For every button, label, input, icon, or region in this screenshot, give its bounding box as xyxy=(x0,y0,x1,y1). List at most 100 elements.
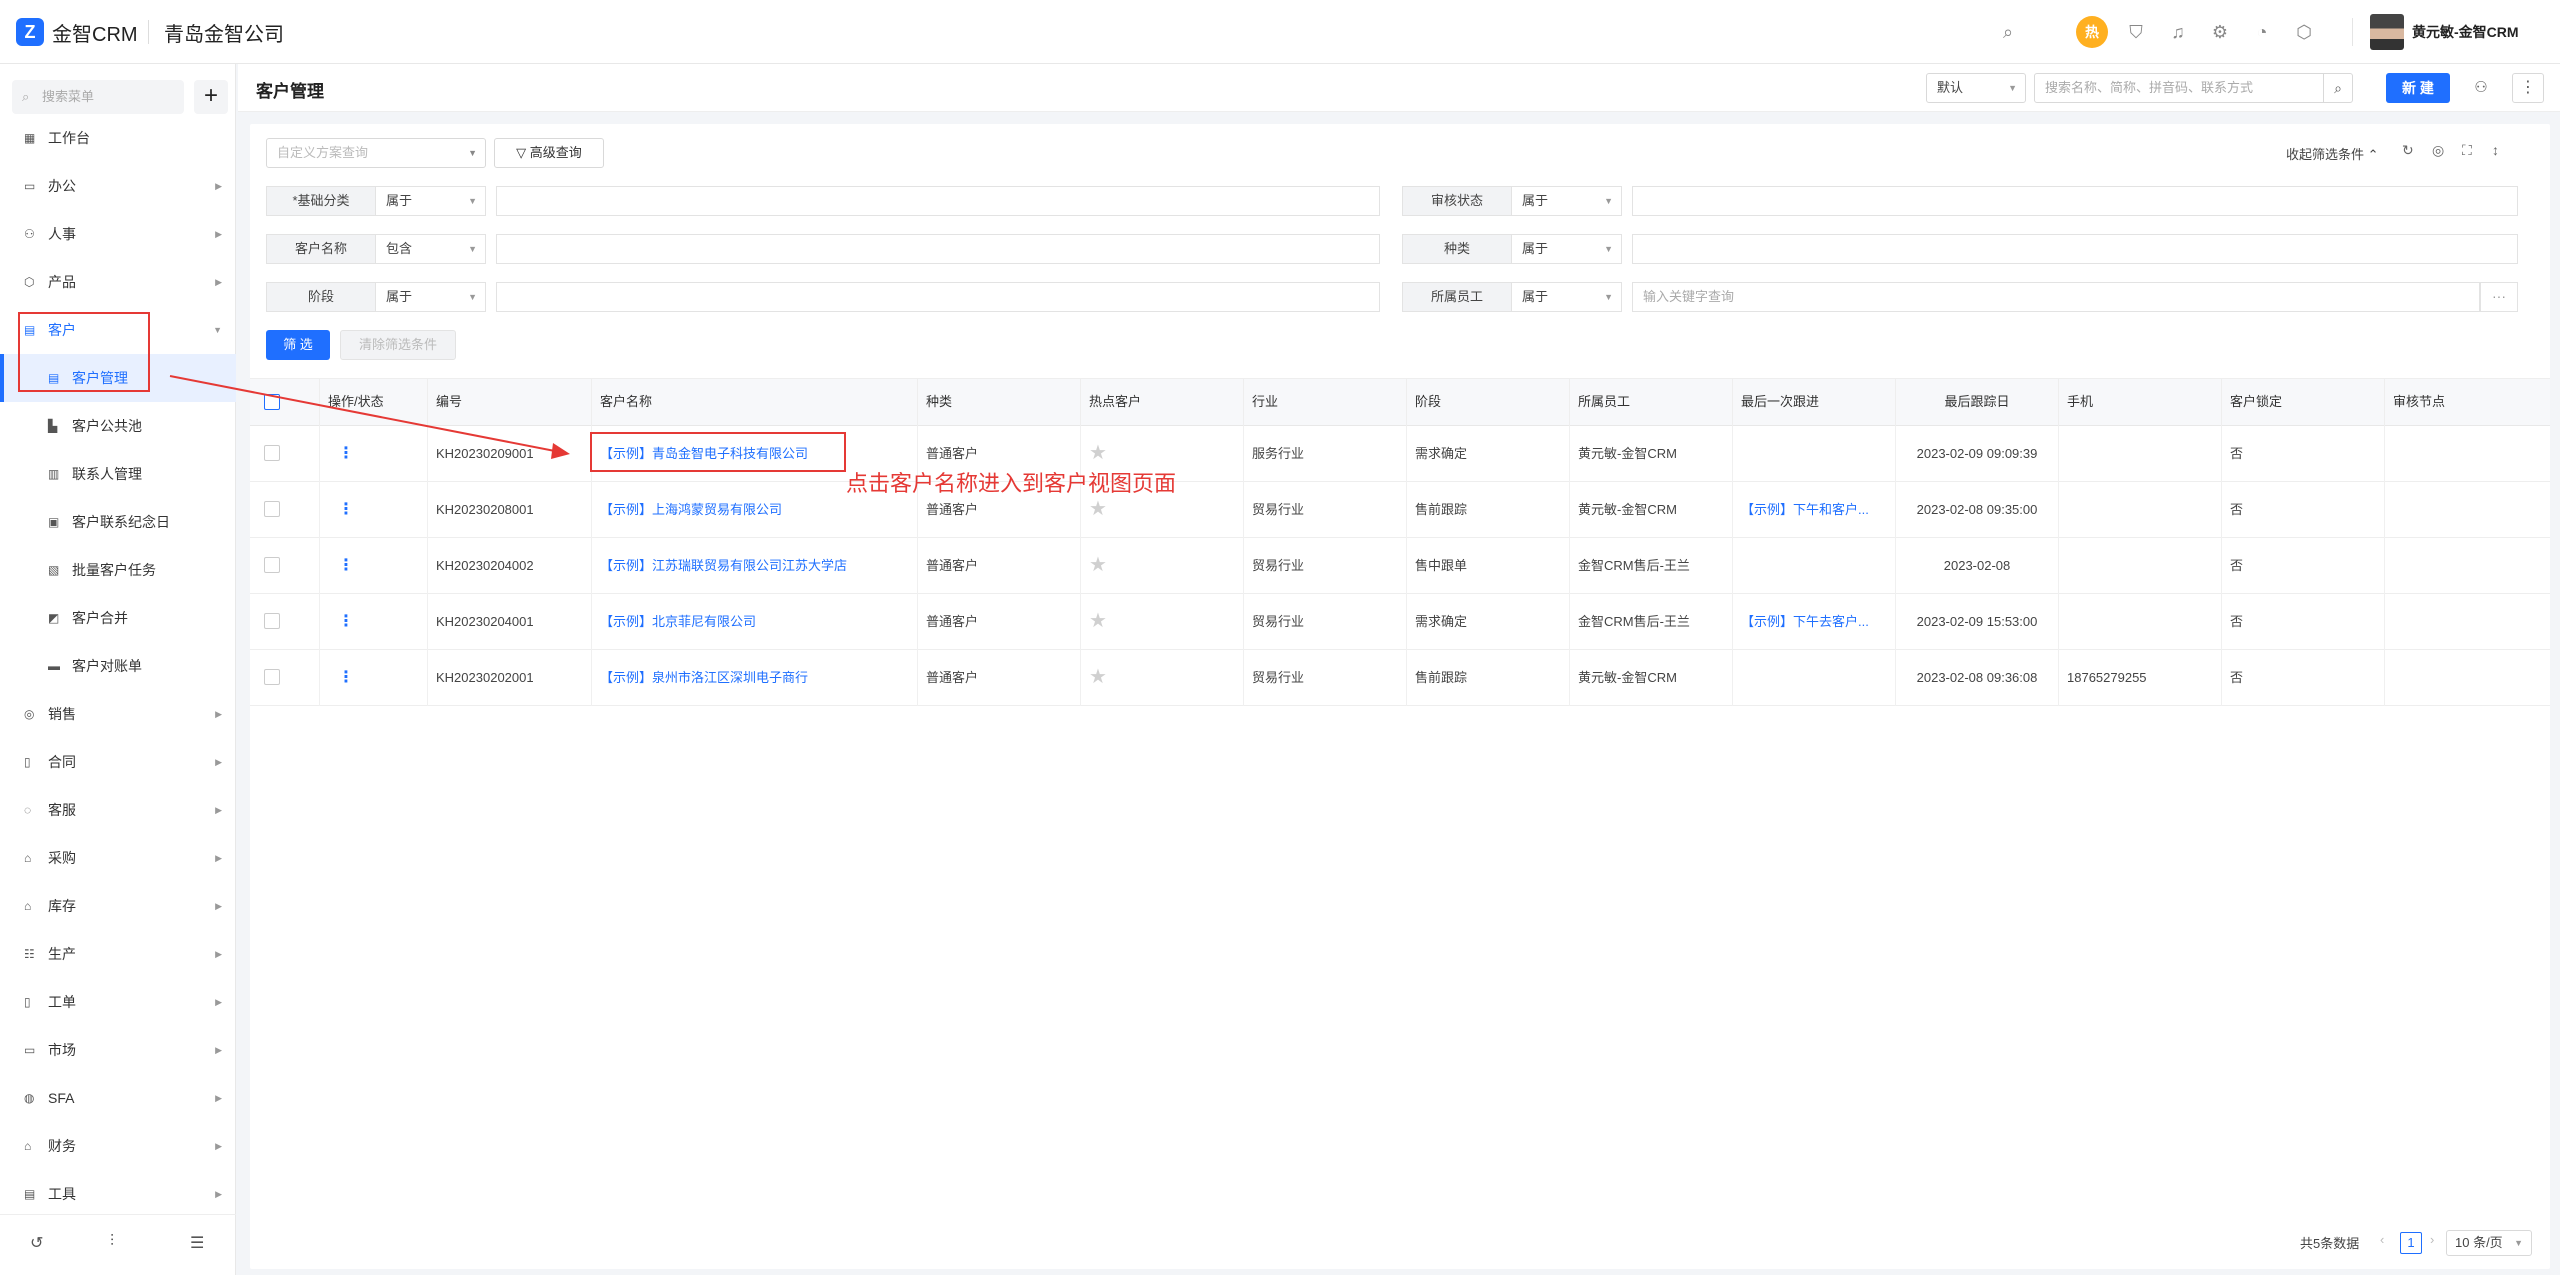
cell-customer-name-link[interactable]: 【示例】北京菲尼有限公司 xyxy=(592,594,918,650)
view-select[interactable]: 默认 ▼ xyxy=(1926,73,2026,103)
cell-customer-name-link[interactable]: 【示例】泉州市洛江区深圳电子商行 xyxy=(592,650,918,706)
row-more-icon[interactable]: ⋮ xyxy=(338,650,354,705)
apply-filter-button[interactable]: 筛 选 xyxy=(266,330,330,360)
filter-value-category[interactable] xyxy=(496,186,1380,216)
more-options-button[interactable]: ⋮ xyxy=(2512,73,2544,103)
row-more-icon[interactable]: ⋮ xyxy=(338,482,354,537)
cell-last-follow[interactable] xyxy=(1733,650,1896,706)
filter-op-stage[interactable]: 属于 ▼ xyxy=(376,282,486,312)
filter-op-kind[interactable]: 属于 ▼ xyxy=(1512,234,1622,264)
sidebar-item-production[interactable]: ☷ 生产 ▶ xyxy=(0,930,236,978)
sidebar-item-product[interactable]: ⬡ 产品 ▶ xyxy=(0,258,236,306)
sidebar-sub-customer-pool[interactable]: ▙ 客户公共池 xyxy=(0,402,236,450)
select-all-checkbox[interactable] xyxy=(264,394,280,410)
star-icon[interactable]: ★ xyxy=(1089,498,1107,520)
col-stage[interactable]: 阶段 xyxy=(1407,379,1570,427)
sidebar-item-hr[interactable]: ⚇ 人事 ▶ xyxy=(0,210,236,258)
sidebar-sub-batch-task[interactable]: ▧ 批量客户任务 xyxy=(0,546,236,594)
new-customer-button[interactable]: 新 建 xyxy=(2386,73,2450,103)
sidebar-sub-merge[interactable]: ◩ 客户合并 xyxy=(0,594,236,642)
sidebar-item-purchase[interactable]: ⌂ 采购 ▶ xyxy=(0,834,236,882)
clear-filter-button[interactable]: 清除筛选条件 xyxy=(340,330,456,360)
filter-op-owner[interactable]: 属于 ▼ xyxy=(1512,282,1622,312)
user-name[interactable]: 黄元敏-金智CRM xyxy=(2412,22,2519,42)
search-icon[interactable]: ⌕ xyxy=(1996,20,2020,44)
refresh-icon[interactable]: ↻ xyxy=(2402,142,2414,159)
table-row[interactable]: ⋮ KH20230202001 【示例】泉州市洛江区深圳电子商行 普通客户 ★ … xyxy=(250,650,2550,706)
row-more-icon[interactable]: ⋮ xyxy=(338,594,354,649)
sidebar-sub-statement[interactable]: ▬ 客户对账单 xyxy=(0,642,236,690)
filter-value-kind[interactable] xyxy=(1632,234,2518,264)
prev-page-icon[interactable]: ‹ xyxy=(2380,1232,2384,1247)
sidebar-item-sfa[interactable]: ◍ SFA ▶ xyxy=(0,1074,236,1122)
sidebar-item-service[interactable]: ◌ 客服 ▶ xyxy=(0,786,236,834)
row-checkbox[interactable] xyxy=(264,501,280,517)
filter-op-audit-status[interactable]: 属于 ▼ xyxy=(1512,186,1622,216)
row-checkbox[interactable] xyxy=(264,445,280,461)
collapse-filters-link[interactable]: 收起筛选条件 ⌃ xyxy=(2286,144,2379,163)
star-icon[interactable]: ★ xyxy=(1089,554,1107,576)
table-row[interactable]: ⋮ KH20230204001 【示例】北京菲尼有限公司 普通客户 ★ 贸易行业… xyxy=(250,594,2550,650)
filter-op-customer-name[interactable]: 包含 ▼ xyxy=(376,234,486,264)
filter-value-owner[interactable]: 输入关键字查询 xyxy=(1632,282,2480,312)
star-icon[interactable]: ★ xyxy=(1089,610,1107,632)
search-button[interactable]: ⌕ xyxy=(2323,73,2353,103)
col-kind[interactable]: 种类 xyxy=(918,379,1081,427)
menu-search-input[interactable]: ⌕ 搜索菜单 xyxy=(12,80,184,114)
next-page-icon[interactable]: › xyxy=(2430,1232,2434,1247)
sidebar-item-office[interactable]: ▭ 办公 ▶ xyxy=(0,162,236,210)
cell-last-follow[interactable] xyxy=(1733,538,1896,594)
row-checkbox[interactable] xyxy=(264,613,280,629)
sidebar-item-tools[interactable]: ▤ 工具 ▶ xyxy=(0,1170,236,1218)
plan-query-select[interactable]: 自定义方案查询 ▼ xyxy=(266,138,486,168)
sidebar-item-inventory[interactable]: ⌂ 库存 ▶ xyxy=(0,882,236,930)
page-size-select[interactable]: 10 条/页 ▼ xyxy=(2446,1230,2532,1256)
table-row[interactable]: ⋮ KH20230204002 【示例】江苏瑞联贸易有限公司江苏大学店 普通客户… xyxy=(250,538,2550,594)
sidebar-item-contract[interactable]: ▯ 合同 ▶ xyxy=(0,738,236,786)
col-last-follow[interactable]: 最后一次跟进 xyxy=(1733,379,1896,427)
customer-search-input[interactable]: 搜索名称、简称、拼音码、联系方式 xyxy=(2034,73,2324,103)
col-owner[interactable]: 所属员工 xyxy=(1570,379,1733,427)
col-industry[interactable]: 行业 xyxy=(1244,379,1407,427)
history-icon[interactable]: ↺ xyxy=(30,1233,43,1253)
hot-badge-icon[interactable]: 热 xyxy=(2076,16,2108,48)
col-locked[interactable]: 客户锁定 xyxy=(2222,379,2385,427)
sidebar-item-dashboard[interactable]: ▦ 工作台 xyxy=(0,114,236,162)
avatar[interactable] xyxy=(2370,14,2404,50)
cell-last-follow[interactable]: 【示例】下午去客户... xyxy=(1733,594,1896,650)
advanced-query-button[interactable]: ▽ 高级查询 xyxy=(494,138,604,168)
col-last-date[interactable]: 最后跟踪日 xyxy=(1896,379,2059,427)
sidebar-item-workorder[interactable]: ▯ 工单 ▶ xyxy=(0,978,236,1026)
row-more-icon[interactable]: ⋮ xyxy=(338,426,354,481)
row-checkbox[interactable] xyxy=(264,557,280,573)
owner-picker-button[interactable]: ··· xyxy=(2480,282,2518,312)
bell-icon[interactable]: ♫ xyxy=(2166,20,2190,44)
collapse-menu-icon[interactable]: ☰ xyxy=(190,1233,204,1253)
sidebar-item-finance[interactable]: ⌂ 财务 ▶ xyxy=(0,1122,236,1170)
star-icon[interactable]: ★ xyxy=(1089,442,1107,464)
gear-icon[interactable]: ⚙ xyxy=(2208,20,2232,44)
col-name[interactable]: 客户名称 xyxy=(592,379,918,427)
sidebar-sub-anniversary[interactable]: ▣ 客户联系纪念日 xyxy=(0,498,236,546)
cell-last-follow[interactable] xyxy=(1733,426,1896,482)
pie-chart-icon[interactable]: ◔ xyxy=(2250,20,2274,44)
col-code[interactable]: 编号 xyxy=(428,379,592,427)
filter-op-category[interactable]: 属于 ▼ xyxy=(376,186,486,216)
add-menu-button[interactable]: + xyxy=(194,80,228,114)
table-row[interactable]: ⋮ KH20230208001 【示例】上海鸿蒙贸易有限公司 普通客户 ★ 贸易… xyxy=(250,482,2550,538)
star-icon[interactable]: ★ xyxy=(1089,666,1107,688)
filter-value-stage[interactable] xyxy=(496,282,1380,312)
filter-value-audit-status[interactable] xyxy=(1632,186,2518,216)
col-mobile[interactable]: 手机 xyxy=(2059,379,2222,427)
settings-icon[interactable]: ◎ xyxy=(2432,142,2444,159)
cube-icon[interactable]: ⬡ xyxy=(2292,20,2316,44)
cell-last-follow[interactable]: 【示例】下午和客户... xyxy=(1733,482,1896,538)
col-hot[interactable]: 热点客户 xyxy=(1081,379,1244,427)
row-checkbox[interactable] xyxy=(264,669,280,685)
sidebar-item-sales[interactable]: ◎ 销售 ▶ xyxy=(0,690,236,738)
row-more-icon[interactable]: ⋮ xyxy=(338,538,354,593)
sliders-icon[interactable]: ⫶ xyxy=(110,1233,114,1251)
user-icon[interactable]: ⚇ xyxy=(2468,75,2494,101)
fullscreen-icon[interactable]: ⛶ xyxy=(2462,142,2472,159)
sidebar-sub-contacts[interactable]: ▥ 联系人管理 xyxy=(0,450,236,498)
